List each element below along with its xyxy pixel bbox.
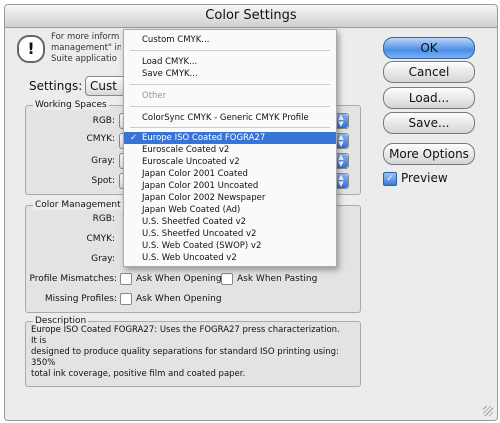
missing-ask-when-opening-label: Ask When Opening (136, 294, 222, 304)
menu-item-us-web-uncoated[interactable]: U.S. Web Uncoated v2 (124, 252, 336, 264)
more-options-button[interactable]: More Options (383, 143, 475, 165)
description-line: total ink coverage, positive film and co… (31, 369, 246, 379)
menu-separator (130, 84, 330, 85)
resize-grip-icon[interactable] (483, 406, 493, 416)
color-settings-dialog: Color Settings ! For more inform managem… (4, 4, 498, 421)
save-button[interactable]: Save... (383, 112, 475, 134)
menu-item-japan-2002-newspaper[interactable]: Japan Color 2002 Newspaper (124, 192, 336, 204)
info-line: Suite applicatio (51, 54, 117, 64)
settings-label: Settings: (29, 79, 83, 93)
checkmark-icon: ✓ (130, 133, 138, 143)
menu-item-us-sheetfed-uncoated[interactable]: U.S. Sheetfed Uncoated v2 (124, 228, 336, 240)
working-spaces-legend: Working Spaces (33, 100, 109, 110)
menu-separator (130, 50, 330, 51)
cm-rgb-label: RGB: (92, 214, 115, 224)
ask-when-pasting-checkbox[interactable] (221, 273, 233, 285)
color-management-legend: Color Management (33, 200, 123, 210)
menu-item-us-sheetfed-coated[interactable]: U.S. Sheetfed Coated v2 (124, 216, 336, 228)
menu-item-colorsync[interactable]: ColorSync CMYK - Generic CMYK Profile (124, 112, 336, 124)
profile-mismatches-label: Profile Mismatches: (29, 274, 117, 284)
rgb-label: RGB: (92, 116, 115, 126)
missing-ask-when-opening-checkbox[interactable] (120, 293, 132, 305)
ok-button[interactable]: OK (383, 37, 475, 59)
ask-when-opening-label: Ask When Opening (136, 274, 222, 284)
info-line: For more inform (51, 32, 120, 42)
cancel-button[interactable]: Cancel (383, 61, 475, 83)
cmyk-label: CMYK: (86, 134, 115, 144)
ask-when-pasting-label: Ask When Pasting (237, 274, 318, 284)
missing-profiles-label: Missing Profiles: (44, 294, 117, 304)
menu-item-us-web-coated-swop[interactable]: U.S. Web Coated (SWOP) v2 (124, 240, 336, 252)
menu-item-japan-2001-uncoated[interactable]: Japan Color 2001 Uncoated (124, 180, 336, 192)
gray-label: Gray: (91, 156, 115, 166)
preview-label: Preview (401, 171, 448, 185)
spot-label: Spot: (91, 176, 116, 186)
description-line: Europe ISO Coated FOGRA27: Uses the FOGR… (31, 325, 340, 346)
menu-item-euroscale-coated[interactable]: Euroscale Coated v2 (124, 144, 336, 156)
info-line: management" in (51, 43, 121, 53)
preview-checkbox[interactable]: ✓ (383, 172, 397, 186)
cm-cmyk-label: CMYK: (86, 234, 115, 244)
description-text: Europe ISO Coated FOGRA27: Uses the FOGR… (31, 325, 341, 379)
menu-item-japan-2001-coated[interactable]: Japan Color 2001 Coated (124, 168, 336, 180)
menu-item-europe-iso[interactable]: ✓ Europe ISO Coated FOGRA27 (124, 132, 336, 144)
menu-header-other: Other (142, 91, 167, 101)
cmyk-dropdown-menu: Custom CMYK... Load CMYK... Save CMYK...… (123, 29, 337, 267)
menu-item-load-cmyk[interactable]: Load CMYK... (124, 56, 336, 68)
menu-separator (130, 106, 330, 107)
info-text: For more inform management" in Suite app… (51, 32, 121, 65)
info-icon: ! (17, 35, 45, 63)
ask-when-opening-checkbox[interactable] (120, 273, 132, 285)
cm-gray-label: Gray: (91, 254, 115, 264)
menu-item-custom-cmyk[interactable]: Custom CMYK... (124, 34, 336, 46)
menu-item-japan-web-coated[interactable]: Japan Web Coated (Ad) (124, 204, 336, 216)
menu-item-euroscale-uncoated[interactable]: Euroscale Uncoated v2 (124, 156, 336, 168)
load-button[interactable]: Load... (383, 87, 475, 109)
menu-item-label: Europe ISO Coated FOGRA27 (142, 133, 266, 143)
window-title: Color Settings (5, 5, 497, 28)
description-line: designed to produce quality separations … (31, 347, 339, 368)
menu-item-save-cmyk[interactable]: Save CMYK... (124, 68, 336, 80)
menu-separator (130, 127, 330, 128)
